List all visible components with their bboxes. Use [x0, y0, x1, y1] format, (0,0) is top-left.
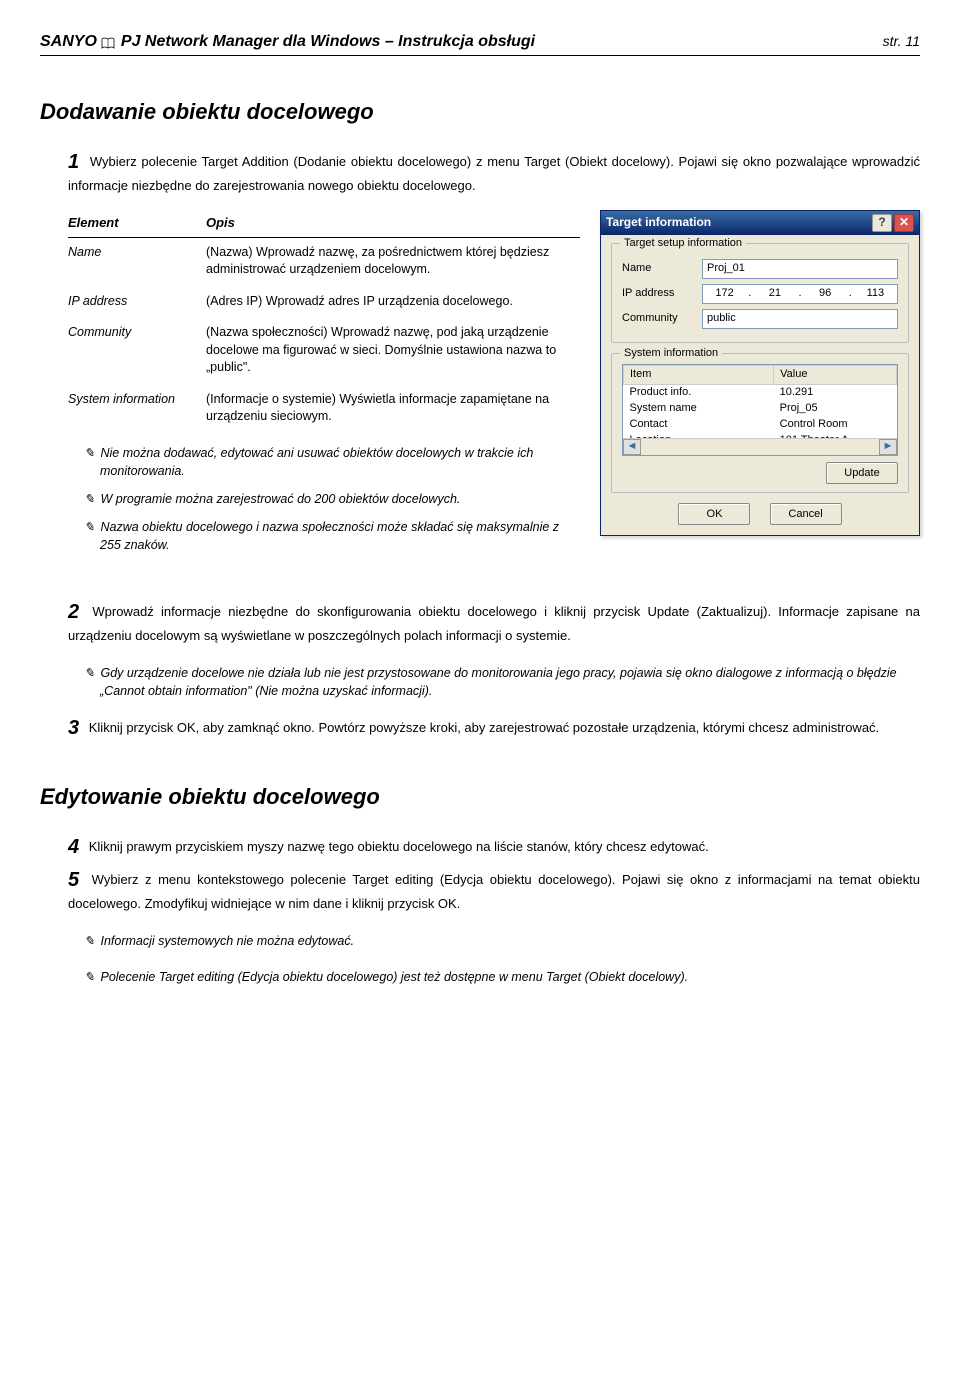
list-item: ContactControl Room — [624, 417, 897, 433]
col-value[interactable]: Value — [774, 365, 897, 384]
scroll-left-icon[interactable]: ◄ — [623, 439, 641, 455]
table-row: Name (Nazwa) Wprowadź nazwę, za pośredni… — [68, 237, 580, 287]
param-label: System information — [68, 385, 206, 434]
step-4-text: Kliknij prawym przyciskiem myszy nazwę t… — [89, 839, 709, 854]
dialog-titlebar: Target information ? ✕ — [601, 211, 919, 235]
note: ✎W programie można zarejestrować do 200 … — [100, 490, 580, 508]
step-3: 3 Kliknij przycisk OK, aby zamknąć okno.… — [68, 714, 920, 743]
table-row: Community (Nazwa społeczności) Wprowadź … — [68, 318, 580, 385]
step-number-5: 5 — [68, 869, 79, 891]
col-item[interactable]: Item — [624, 365, 774, 384]
param-label: Community — [68, 318, 206, 385]
page-number: str. 11 — [883, 31, 920, 51]
note: ✎Gdy urządzenie docelowe nie działa lub … — [100, 664, 920, 700]
step-4: 4 Kliknij prawym przyciskiem myszy nazwę… — [68, 833, 920, 862]
community-input[interactable]: public — [702, 309, 898, 329]
step-1: 1 Wybierz polecenie Target Addition (Dod… — [68, 148, 920, 196]
section-heading-add: Dodawanie obiektu docelowego — [40, 96, 920, 128]
ip-octet: 96 — [804, 286, 847, 302]
page: SANYO PJ Network Manager dla Windows – I… — [0, 0, 960, 1056]
list-item: System nameProj_05 — [624, 401, 897, 417]
list-item: Product info.10.291 — [624, 384, 897, 400]
note: ✎Informacji systemowych nie można edytow… — [100, 932, 920, 950]
col-element: Element — [68, 210, 206, 237]
table-row: IP address (Adres IP) Wprowadź adres IP … — [68, 287, 580, 319]
pencil-icon: ✎ — [84, 934, 94, 948]
target-information-dialog: Target information ? ✕ Target setup info… — [600, 210, 920, 536]
system-info-list: Item Value Product info.10.291 System na… — [622, 364, 898, 456]
dialog-title: Target information — [606, 214, 870, 231]
two-column-layout: Element Opis Name (Nazwa) Wprowadź nazwę… — [68, 210, 920, 564]
pencil-icon: ✎ — [84, 446, 94, 460]
ip-octet: 113 — [854, 286, 897, 302]
step-2: 2 Wprowadź informacje niezbędne do skonf… — [68, 598, 920, 646]
label-community: Community — [622, 311, 702, 327]
note: ✎Nie można dodawać, edytować ani usuwać … — [100, 444, 580, 480]
step-5-text: Wybierz z menu kontekstowego polecenie T… — [68, 872, 920, 911]
param-desc: (Adres IP) Wprowadź adres IP urządzenia … — [206, 287, 580, 319]
note-text: Nie można dodawać, edytować ani usuwać o… — [100, 446, 533, 478]
scroll-right-icon[interactable]: ► — [879, 439, 897, 455]
book-icon — [101, 36, 115, 48]
help-button[interactable]: ? — [872, 214, 892, 232]
group-label: Target setup information — [620, 236, 746, 252]
param-desc: (Nazwa społeczności) Wprowadź nazwę, pod… — [206, 318, 580, 385]
group-target-setup: Target setup information Name Proj_01 IP… — [611, 243, 909, 343]
doc-title: PJ Network Manager dla Windows – Instruk… — [121, 30, 883, 53]
close-button[interactable]: ✕ — [894, 214, 914, 232]
param-label: Name — [68, 237, 206, 287]
row-name: Name Proj_01 — [622, 259, 898, 279]
note: ✎Nazwa obiektu docelowego i nazwa społec… — [100, 518, 580, 554]
section-heading-edit: Edytowanie obiektu docelowego — [40, 781, 920, 813]
step-number-4: 4 — [68, 836, 79, 858]
param-desc: (Nazwa) Wprowadź nazwę, za pośrednictwem… — [206, 237, 580, 287]
page-header: SANYO PJ Network Manager dla Windows – I… — [40, 30, 920, 56]
step-number-1: 1 — [68, 151, 79, 173]
pencil-icon: ✎ — [84, 492, 94, 506]
ip-input[interactable]: 172. 21. 96. 113 — [702, 284, 898, 304]
row-ip: IP address 172. 21. 96. 113 — [622, 284, 898, 304]
ok-button[interactable]: OK — [678, 503, 750, 525]
note-text: Informacji systemowych nie można edytowa… — [100, 934, 354, 948]
note: ✎Polecenie Target editing (Edycja obiekt… — [100, 968, 920, 986]
step-1-text: Wybierz polecenie Target Addition (Dodan… — [68, 154, 920, 193]
brand-name: SANYO — [40, 30, 97, 53]
note-text: Nazwa obiektu docelowego i nazwa społecz… — [100, 520, 559, 552]
label-name: Name — [622, 261, 702, 277]
cancel-button[interactable]: Cancel — [770, 503, 842, 525]
horizontal-scrollbar[interactable]: ◄ ► — [623, 438, 897, 455]
table-row: System information (Informacje o systemi… — [68, 385, 580, 434]
step-2-text: Wprowadź informacje niezbędne do skonfig… — [68, 604, 920, 643]
pencil-icon: ✎ — [84, 520, 94, 534]
param-label: IP address — [68, 287, 206, 319]
step-3-text: Kliknij przycisk OK, aby zamknąć okno. P… — [89, 720, 879, 735]
row-community: Community public — [622, 309, 898, 329]
note-text: W programie można zarejestrować do 200 o… — [100, 492, 460, 506]
step-number-3: 3 — [68, 717, 79, 739]
step-5: 5 Wybierz z menu kontekstowego polecenie… — [68, 866, 920, 914]
ip-octet: 21 — [753, 286, 796, 302]
name-input[interactable]: Proj_01 — [702, 259, 898, 279]
group-label: System information — [620, 346, 722, 362]
pencil-icon: ✎ — [84, 666, 94, 680]
note-text: Polecenie Target editing (Edycja obiektu… — [100, 970, 688, 984]
note-text: Gdy urządzenie docelowe nie działa lub n… — [100, 666, 897, 698]
ip-octet: 172 — [703, 286, 746, 302]
pencil-icon: ✎ — [84, 970, 94, 984]
step-number-2: 2 — [68, 601, 79, 623]
update-button[interactable]: Update — [826, 462, 898, 484]
col-description: Opis — [206, 210, 580, 237]
group-system-info: System information Item Value Product in… — [611, 353, 909, 493]
close-icon: ✕ — [899, 214, 909, 231]
label-ip: IP address — [622, 286, 702, 302]
param-desc: (Informacje o systemie) Wyświetla inform… — [206, 385, 580, 434]
parameter-table: Element Opis Name (Nazwa) Wprowadź nazwę… — [68, 210, 580, 564]
dialog-body: Target setup information Name Proj_01 IP… — [601, 235, 919, 535]
